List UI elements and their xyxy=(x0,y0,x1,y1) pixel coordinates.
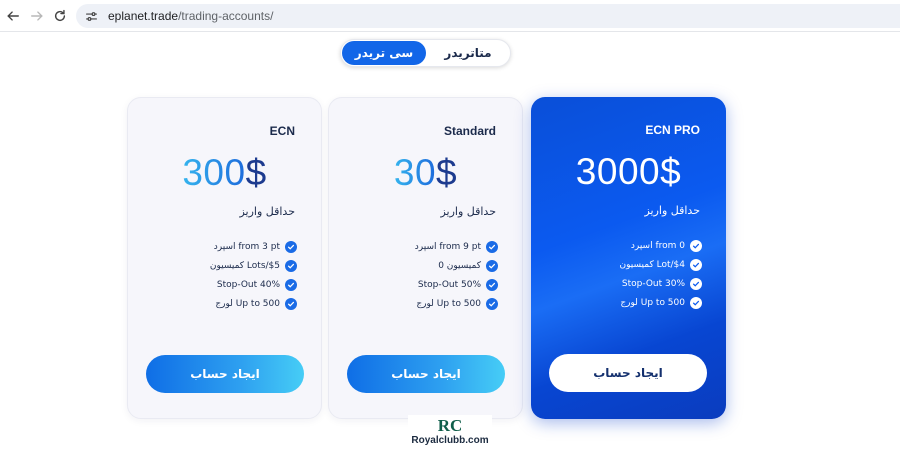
browser-toolbar: eplanet.trade/trading-accounts/ xyxy=(0,0,900,32)
feature-item: اسپرد from 0 xyxy=(620,236,702,255)
address-bar[interactable]: eplanet.trade/trading-accounts/ xyxy=(76,4,900,28)
reload-icon[interactable] xyxy=(50,6,70,26)
account-name: ECN PRO xyxy=(645,123,700,137)
back-arrow-icon[interactable] xyxy=(3,6,23,26)
create-account-button[interactable]: ایجاد حساب xyxy=(549,354,707,392)
check-circle-icon xyxy=(690,277,702,290)
watermark: RC Royalclubb.com xyxy=(408,415,492,450)
feature-list: اسپرد from 3 pt کمیسیون Lots/$5 Stop-Out… xyxy=(210,237,297,313)
create-account-button[interactable]: ایجاد حساب xyxy=(347,355,505,393)
feature-item: کمیسیون Lot/$4 xyxy=(620,255,702,274)
feature-item: لورج Up to 500 xyxy=(415,294,498,313)
feature-item: Stop-Out 40% xyxy=(210,275,297,294)
feature-item: Stop-Out 50% xyxy=(415,275,498,294)
check-circle-icon xyxy=(486,297,498,310)
tune-icon[interactable] xyxy=(82,7,100,25)
check-circle-icon xyxy=(285,240,297,253)
check-circle-icon xyxy=(486,240,498,253)
check-circle-icon xyxy=(285,278,297,291)
account-card-standard: Standard 30$ حداقل واریز اسپرد from 9 pt… xyxy=(328,97,523,419)
min-deposit-label: حداقل واریز xyxy=(239,205,295,218)
feature-item: کمیسیون Lots/$5 xyxy=(210,256,297,275)
check-circle-icon xyxy=(486,278,498,291)
min-deposit-label: حداقل واریز xyxy=(644,204,700,217)
min-deposit-amount: 30$ xyxy=(393,152,458,193)
min-deposit-amount: 300$ xyxy=(182,152,267,193)
feature-item: اسپرد from 9 pt xyxy=(415,237,498,256)
account-card-ecn-pro: ECN PRO 3000$ حداقل واریز اسپرد from 0 ک… xyxy=(531,97,726,419)
feature-item: کمیسیون 0 xyxy=(415,256,498,275)
feature-list: اسپرد from 0 کمیسیون Lot/$4 Stop-Out 30%… xyxy=(620,236,702,312)
account-card-ecn: ECN 300$ حداقل واریز اسپرد from 3 pt کمی… xyxy=(127,97,322,419)
check-circle-icon xyxy=(285,297,297,310)
check-circle-icon xyxy=(486,259,498,272)
min-deposit-amount: 3000$ xyxy=(575,151,682,192)
feature-item: Stop-Out 30% xyxy=(620,274,702,293)
toggle-ctrader[interactable]: سی تریدر xyxy=(342,41,426,65)
feature-item: لورج Up to 500 xyxy=(210,294,297,313)
create-account-button[interactable]: ایجاد حساب xyxy=(146,355,304,393)
forward-arrow-icon[interactable] xyxy=(27,6,47,26)
check-circle-icon xyxy=(285,259,297,272)
url-host: eplanet.trade xyxy=(108,9,179,23)
check-circle-icon xyxy=(690,296,702,309)
watermark-text: Royalclubb.com xyxy=(411,435,489,446)
svg-text:RC: RC xyxy=(438,416,463,435)
feature-item: اسپرد from 3 pt xyxy=(210,237,297,256)
feature-item: لورج Up to 500 xyxy=(620,293,702,312)
feature-list: اسپرد from 9 pt کمیسیون 0 Stop-Out 50% ل… xyxy=(415,237,498,313)
check-circle-icon xyxy=(690,258,702,271)
url-path: /trading-accounts/ xyxy=(178,9,274,23)
account-name: Standard xyxy=(443,124,496,138)
platform-toggle: سی تریدر متاتریدر xyxy=(340,39,511,67)
check-circle-icon xyxy=(690,239,702,252)
account-name: ECN xyxy=(269,124,295,138)
min-deposit-label: حداقل واریز xyxy=(440,205,496,218)
toggle-metatrader[interactable]: متاتریدر xyxy=(427,41,509,65)
royalclubb-logo: RC xyxy=(438,416,463,435)
